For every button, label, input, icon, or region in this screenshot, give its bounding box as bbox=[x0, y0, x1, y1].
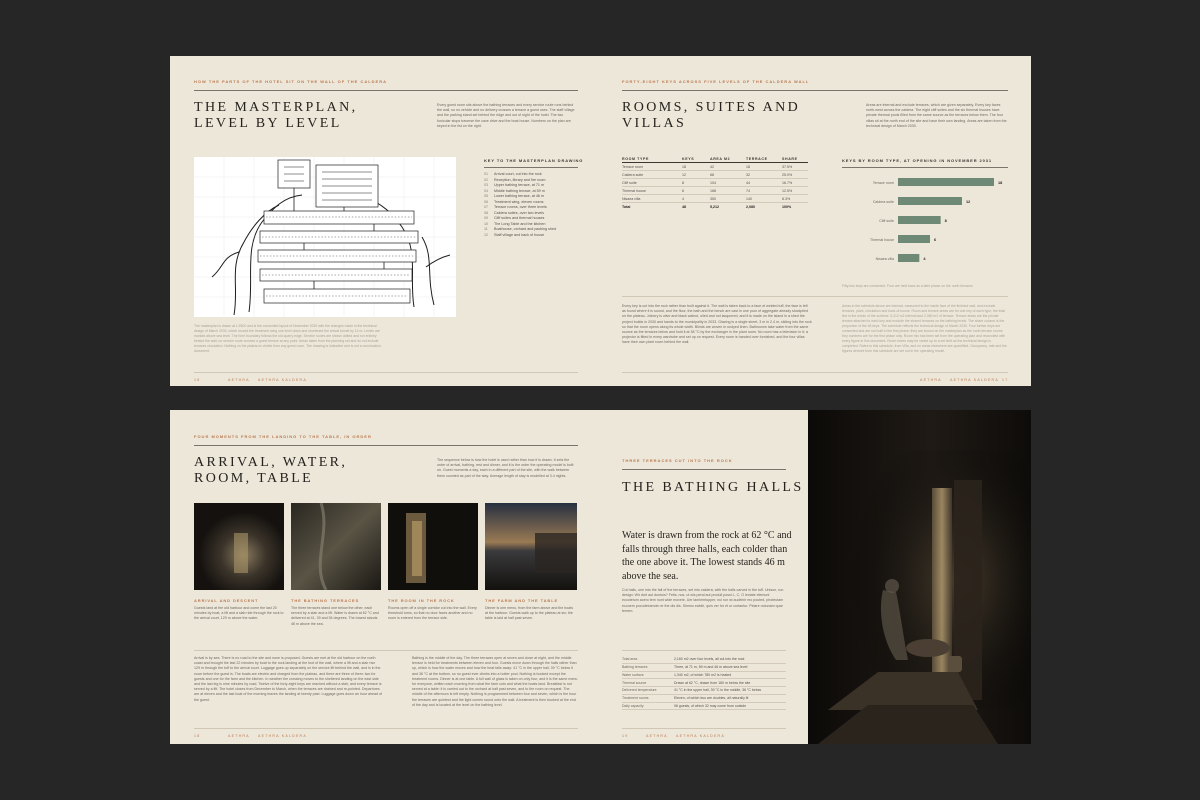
intro-text: The sequence below is how the hotel is u… bbox=[437, 458, 574, 478]
page-number: 18 bbox=[194, 734, 201, 738]
footer-brand: AETHRA bbox=[228, 378, 250, 382]
page-title: THE BATHING HALLS bbox=[622, 480, 804, 495]
body-text: Bathing is the middle of the day. The th… bbox=[412, 656, 578, 707]
moment-text: Guests land at the old harbour and come … bbox=[194, 606, 284, 621]
rule bbox=[194, 650, 578, 651]
intro-text: Areas are internal and exclude terraces,… bbox=[866, 103, 1007, 128]
table-row: Cliff suite 8 104 44 16.7% bbox=[622, 178, 808, 187]
bar-value-label: 6 bbox=[934, 238, 936, 242]
rule bbox=[194, 445, 578, 446]
footer-rule bbox=[194, 372, 578, 373]
chart-note: Fifty-two keys are consented. Four are h… bbox=[842, 284, 974, 288]
body-text: Arrival is by sea. There is no road to t… bbox=[194, 656, 383, 702]
masterplan-drawing bbox=[194, 157, 456, 317]
moment-caption: THE ROOM IN THE ROCK bbox=[388, 598, 455, 603]
page-title: THE MASTERPLAN, LEVEL BY LEVEL bbox=[194, 100, 358, 131]
footer-title: AETHRA KALDERA bbox=[950, 378, 999, 382]
eyebrow: THREE TERRACES CUT INTO THE ROCK bbox=[622, 458, 733, 463]
bar bbox=[898, 216, 941, 224]
bar-label: Caldera suite bbox=[873, 200, 894, 204]
rule bbox=[622, 90, 1008, 91]
page-number: 17 bbox=[1002, 378, 1009, 382]
page-number: 19 bbox=[622, 734, 629, 738]
bar bbox=[898, 235, 930, 243]
spec-row: Bathing terraces Three, at 71 m, 59 m and… bbox=[622, 663, 786, 672]
table-row: Terrace room 18 42 18 37.5% bbox=[622, 162, 808, 171]
footer-rule bbox=[622, 728, 786, 729]
page-number: 16 bbox=[194, 378, 201, 382]
rule bbox=[484, 167, 578, 168]
bar-label: Cliff suite bbox=[879, 219, 894, 223]
table-row: Thermal house 6 168 74 12.5% bbox=[622, 186, 808, 195]
photo-bathing-hall bbox=[808, 410, 1031, 744]
spec-row: Treatment rooms Eleven, of which two are … bbox=[622, 694, 786, 703]
specs-table: Total area 2,160 m2 over four levels, all… bbox=[622, 656, 786, 711]
body-text-secondary: Areas in the schedule above are internal… bbox=[842, 304, 1007, 353]
rule bbox=[622, 296, 1008, 297]
rooms-table: ROOM TYPE KEYS AREA M2 TERRACE SHARE Ter… bbox=[622, 156, 808, 210]
footer-brand: AETHRA bbox=[646, 734, 668, 738]
footer-title: AETHRA KALDERA bbox=[258, 378, 307, 382]
intro-text: Cut halls, one into the fall of the terr… bbox=[622, 588, 784, 613]
photo-room-in-rock bbox=[388, 503, 478, 590]
photo-farm-table bbox=[485, 503, 577, 590]
photo-arrival-tunnel bbox=[194, 503, 284, 590]
spread1-right-page: FORTY-EIGHT KEYS ACROSS FIVE LEVELS OF T… bbox=[600, 56, 1031, 386]
bar-label: Terrace room bbox=[873, 181, 894, 185]
moment-caption: ARRIVAL AND DESCENT bbox=[194, 598, 259, 603]
moment-text: Rooms open off a single corridor cut int… bbox=[388, 606, 477, 621]
eyebrow: FOUR MOMENTS FROM THE LANDING TO THE TAB… bbox=[194, 434, 372, 439]
intro-text: Every guest room sits above the bathing … bbox=[437, 103, 575, 128]
rule bbox=[842, 167, 1008, 168]
body-text: Every key is cut into the rock rather th… bbox=[622, 304, 812, 345]
bar-value-label: 8 bbox=[945, 219, 947, 223]
rule bbox=[622, 650, 786, 651]
footer-brand: AETHRA bbox=[228, 734, 250, 738]
table-row: Caldera suite 12 68 32 25.0% bbox=[622, 170, 808, 179]
spec-row: Delivered temperature 41 °C in the upper … bbox=[622, 686, 786, 695]
bar-label: Nisaea villa bbox=[876, 257, 894, 261]
table-total-row: Total 48 5,212 2,080 100% bbox=[622, 202, 808, 210]
spec-row: Water surface 1,340 m2, of which 780 m2 i… bbox=[622, 671, 786, 680]
spec-row: Total area 2,160 m2 over four levels, all… bbox=[622, 656, 786, 664]
footer-brand: AETHRA bbox=[920, 378, 942, 382]
moment-caption: THE BATHING TERRACES bbox=[291, 598, 360, 603]
rule bbox=[622, 469, 786, 470]
table-row: Nisaea villa 4 350 140 8.3% bbox=[622, 194, 808, 203]
spread1-left-page: HOW THE PARTS OF THE HOTEL SIT ON THE WA… bbox=[170, 56, 600, 386]
eyebrow: FORTY-EIGHT KEYS ACROSS FIVE LEVELS OF T… bbox=[622, 79, 810, 84]
bar-value-label: 4 bbox=[923, 257, 926, 261]
photo-bathing-terrace bbox=[291, 503, 381, 590]
bar-label: Thermal house bbox=[870, 238, 894, 242]
masterplan-key-list: 01 Arrival court, cut into the rock 02 Rec… bbox=[484, 172, 556, 239]
moment-caption: THE FARM AND THE TABLE bbox=[485, 598, 559, 603]
key-title: KEY TO THE MASTERPLAN DRAWING bbox=[484, 158, 584, 163]
moment-text: Dinner is one menu, from the farm above … bbox=[485, 606, 574, 621]
spec-row: Daily capacity 96 guests, of which 32 may… bbox=[622, 702, 786, 711]
footer-rule bbox=[622, 372, 1008, 373]
keys-bar-chart: Terrace room 18 Caldera suite 12 Cliff suite… bbox=[870, 178, 1002, 262]
eyebrow: HOW THE PARTS OF THE HOTEL SIT ON THE WA… bbox=[194, 79, 387, 84]
footer-rule bbox=[194, 728, 578, 729]
drawing-caption: The masterplan is drawn at 1:2500 and is… bbox=[194, 324, 381, 353]
footer-title: AETHRA KALDERA bbox=[676, 734, 725, 738]
moment-text: The three terraces stand one below the o… bbox=[291, 606, 379, 626]
bar bbox=[898, 178, 994, 186]
rule bbox=[194, 90, 578, 91]
lead-text: Water is drawn from the rock at 62 °C an… bbox=[622, 530, 792, 582]
key-item: 12 Staff village and back of house bbox=[484, 233, 545, 238]
spread2-left-page: FOUR MOMENTS FROM THE LANDING TO THE TAB… bbox=[170, 410, 600, 744]
footer-title: AETHRA KALDERA bbox=[258, 734, 307, 738]
bar-value-label: 12 bbox=[966, 200, 970, 204]
bar bbox=[898, 197, 962, 205]
spec-row: Thermal source Drawn at 62 °C, drawn from… bbox=[622, 678, 786, 688]
chart-title: KEYS BY ROOM TYPE, AT OPENING IN NOVEMBE… bbox=[842, 158, 993, 163]
bar-value-label: 18 bbox=[998, 181, 1002, 185]
page-title: ROOMS, SUITES AND VILLAS bbox=[622, 100, 801, 131]
spread2-right-page: THREE TERRACES CUT INTO THE ROCK THE BAT… bbox=[600, 410, 808, 744]
page-title: ARRIVAL, WATER, ROOM, TABLE bbox=[194, 455, 348, 486]
bar bbox=[898, 254, 920, 262]
